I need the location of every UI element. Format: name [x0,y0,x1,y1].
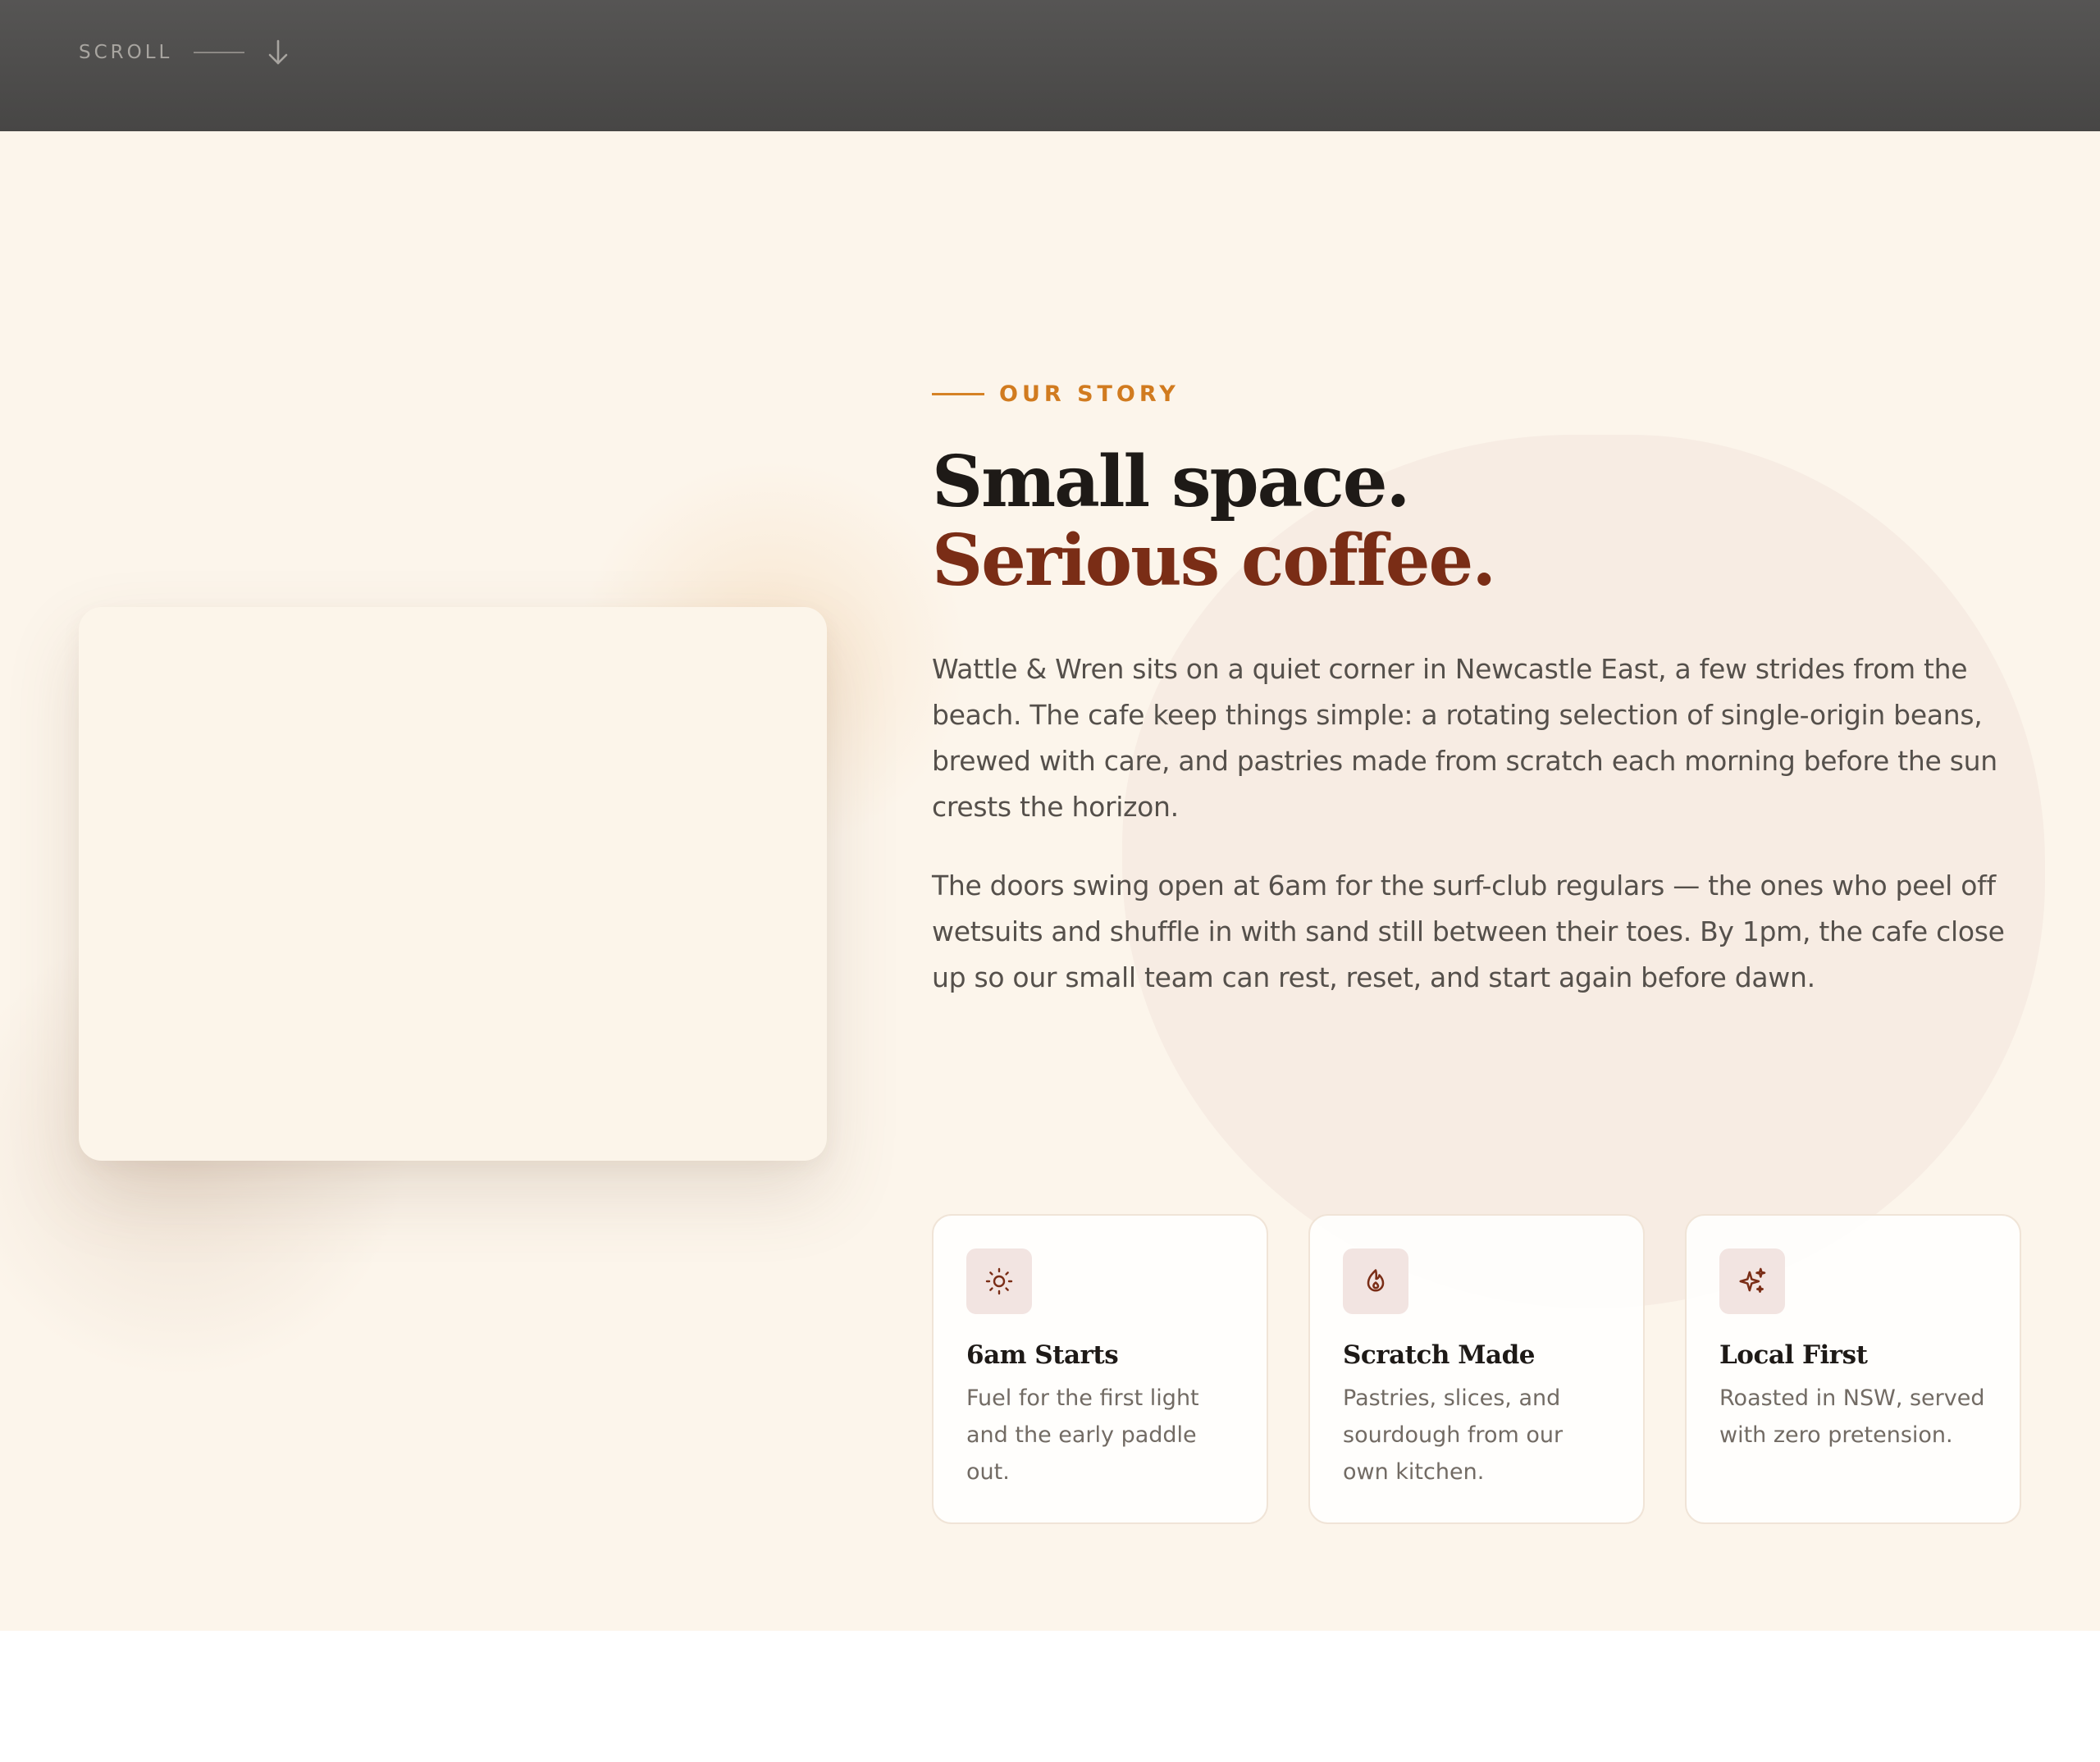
feature-card-6am-starts: 6am Starts Fuel for the first light and … [932,1214,1268,1524]
story-image-card [79,607,827,1161]
feature-title: 6am Starts [966,1340,1119,1370]
eyebrow-label: OUR STORY [999,381,1180,407]
feature-description: Fuel for the first light and the early p… [966,1385,1199,1485]
story-paragraph: The doors swing open at 6am for the surf… [932,870,2005,993]
feature-title: Local First [1719,1340,1868,1370]
next-section [0,1631,2100,1762]
feature-card-local-first: Local First Roasted in NSW, served with … [1685,1214,2021,1524]
story-content: OUR STORY Small space. Serious coffee. W… [932,377,2021,1001]
story-paragraph: Wattle & Wren sits on a quiet corner in … [932,653,1997,823]
hero-bottom-band: SCROLL [0,0,2100,131]
sun-icon [966,1248,1032,1314]
eyebrow-line [932,392,984,395]
flame-icon [1343,1248,1408,1314]
feature-title: Scratch Made [1343,1340,1536,1370]
story-section: OUR STORY Small space. Serious coffee. W… [0,131,2100,1631]
headline-line-2: Serious coffee. [932,519,1496,602]
feature-card-scratch-made: Scratch Made Pastries, slices, and sourd… [1308,1214,1645,1524]
feature-description: Roasted in NSW, served with zero pretens… [1719,1385,1985,1448]
section-eyebrow: OUR STORY [932,377,2021,410]
section-headline: Small space. Serious coffee. [932,443,2021,600]
scroll-label: SCROLL [79,42,173,63]
headline-line-1: Small space. [932,440,1410,523]
feature-cards: 6am Starts Fuel for the first light and … [932,1214,2021,1524]
arrow-down-icon [266,38,290,67]
sparkles-icon [1719,1248,1785,1314]
feature-description: Pastries, slices, and sourdough from our… [1343,1385,1564,1485]
scroll-line [194,52,245,53]
scroll-indicator[interactable]: SCROLL [79,38,290,67]
